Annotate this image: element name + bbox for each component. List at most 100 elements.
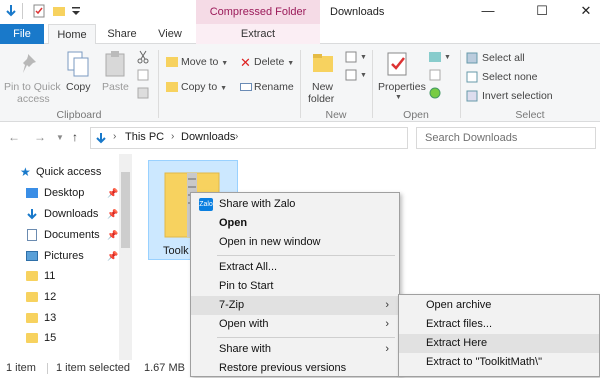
tab-view[interactable]: View bbox=[148, 24, 192, 44]
menu-item-extract-files[interactable]: Extract files... bbox=[399, 315, 599, 334]
copy-button[interactable]: Copy bbox=[66, 81, 91, 93]
select-all-button[interactable]: Select all bbox=[482, 52, 525, 64]
address-bar[interactable]: › This PC › Downloads › bbox=[90, 127, 408, 149]
breadcrumb-downloads[interactable]: Downloads bbox=[181, 131, 235, 143]
paste-icon bbox=[105, 51, 125, 77]
item-count: 1 item bbox=[6, 362, 36, 374]
menu-item-share-with[interactable]: Share with › bbox=[191, 340, 399, 359]
up-icon[interactable]: ↑ bbox=[72, 130, 78, 144]
new-item-icon[interactable] bbox=[344, 50, 358, 64]
copy-path-icon[interactable] bbox=[136, 68, 150, 82]
chevron-down-icon: ▼ bbox=[360, 72, 367, 79]
customize-qat-icon[interactable] bbox=[69, 4, 83, 18]
nav-item-label: 15 bbox=[44, 332, 57, 344]
nav-item-label: 12 bbox=[44, 291, 57, 303]
downloads-icon bbox=[96, 133, 106, 144]
tab-file[interactable]: File bbox=[0, 24, 44, 44]
star-icon: ★ bbox=[20, 165, 31, 179]
select-all-icon bbox=[466, 52, 478, 64]
open-group-label: Open bbox=[403, 109, 429, 121]
maximize-button[interactable]: ☐ bbox=[520, 0, 564, 24]
menu-item-7zip[interactable]: 7-Zip › bbox=[191, 296, 399, 315]
move-to-button[interactable]: Move to ▼ bbox=[181, 56, 228, 68]
nav-item-label: Pictures bbox=[44, 250, 84, 262]
window-title: Downloads bbox=[330, 6, 385, 18]
group-separator bbox=[300, 50, 301, 118]
folder-icon bbox=[26, 333, 38, 343]
menu-item-open-with[interactable]: Open with › bbox=[191, 315, 399, 334]
rename-icon bbox=[240, 83, 252, 91]
copy-icon bbox=[67, 51, 89, 77]
select-none-icon bbox=[466, 71, 478, 83]
compressed-folder-tools-tab[interactable]: Compressed Folder Tools bbox=[196, 0, 320, 42]
new-folder-icon[interactable] bbox=[52, 4, 66, 18]
menu-item-share-zalo[interactable]: Zalo Share with Zalo bbox=[191, 195, 399, 214]
menu-item-open[interactable]: Open bbox=[191, 214, 399, 233]
clipboard-group-label: Clipboard bbox=[56, 109, 102, 121]
open-icon[interactable] bbox=[428, 50, 442, 64]
desktop-icon bbox=[26, 188, 38, 198]
ribbon: Pin to Quick access Copy Paste Clipboard… bbox=[0, 44, 600, 122]
menu-separator bbox=[217, 337, 395, 338]
group-separator bbox=[372, 50, 373, 118]
new-folder-icon bbox=[313, 54, 333, 72]
seven-zip-submenu: Open archive Extract files... Extract He… bbox=[398, 294, 600, 377]
select-group-label: Select bbox=[515, 109, 545, 121]
chevron-right-icon: › bbox=[385, 299, 389, 311]
menu-item-restore-previous[interactable]: Restore previous versions bbox=[191, 359, 399, 378]
back-icon[interactable]: ← bbox=[8, 130, 20, 144]
delete-icon: ✕ bbox=[240, 55, 251, 70]
recent-locations-icon[interactable]: ▼ bbox=[56, 133, 64, 142]
close-button[interactable]: ✕ bbox=[564, 0, 600, 24]
delete-button[interactable]: Delete ▼ bbox=[254, 56, 294, 68]
pin-icon: 📌 bbox=[107, 251, 119, 261]
menu-item-pin-start[interactable]: Pin to Start bbox=[191, 277, 399, 296]
nav-item-label: Downloads bbox=[44, 208, 99, 220]
menu-item-open-new-window[interactable]: Open in new window bbox=[191, 233, 399, 252]
menu-separator bbox=[217, 255, 395, 256]
history-icon[interactable] bbox=[428, 86, 442, 100]
new-folder-button[interactable]: New bbox=[312, 81, 333, 93]
properties-icon[interactable] bbox=[32, 4, 46, 18]
tab-extract[interactable]: Extract bbox=[196, 24, 320, 44]
menu-item-extract-to[interactable]: Extract to "ToolkitMath\" bbox=[399, 353, 599, 372]
nav-scrollbar-thumb[interactable] bbox=[121, 172, 130, 248]
copy-to-button[interactable]: Copy to ▼ bbox=[181, 81, 227, 93]
tab-share[interactable]: Share bbox=[98, 24, 146, 44]
chevron-right-icon: › bbox=[385, 318, 389, 330]
pin-to-quick-access-label2: access bbox=[17, 93, 50, 105]
rename-button[interactable]: Rename bbox=[254, 81, 294, 93]
pictures-icon bbox=[26, 251, 38, 261]
menu-item-extract-all[interactable]: Extract All... bbox=[191, 258, 399, 277]
select-none-button[interactable]: Select none bbox=[482, 71, 537, 83]
nav-item-label: Documents bbox=[44, 229, 100, 241]
properties-button[interactable]: Properties bbox=[378, 81, 426, 93]
paste-shortcut-icon[interactable] bbox=[136, 86, 150, 100]
nav-item-label: 13 bbox=[44, 312, 57, 324]
nav-item-label: 11 bbox=[44, 270, 56, 282]
easy-access-icon[interactable] bbox=[344, 68, 358, 82]
cut-icon[interactable] bbox=[136, 50, 150, 64]
chevron-down-icon: ▼ bbox=[395, 94, 402, 101]
menu-item-extract-here[interactable]: Extract Here bbox=[399, 334, 599, 353]
folder-icon bbox=[26, 292, 38, 302]
tab-home[interactable]: Home bbox=[48, 24, 96, 45]
properties-icon bbox=[387, 52, 407, 76]
pin-icon bbox=[23, 54, 36, 73]
pin-to-quick-access-button[interactable]: Pin to Quick bbox=[4, 81, 61, 93]
down-arrow-icon[interactable] bbox=[4, 4, 18, 18]
search-input[interactable]: Search Downloads bbox=[416, 127, 596, 149]
navigation-pane: ★ Quick access Desktop 📌 Downloads 📌 Doc… bbox=[0, 154, 132, 360]
ribbon-tabs: File Home Share View Extract bbox=[0, 24, 600, 45]
invert-selection-icon bbox=[466, 90, 478, 102]
forward-icon[interactable]: → bbox=[34, 130, 46, 144]
pin-icon: 📌 bbox=[107, 209, 119, 219]
group-separator bbox=[460, 50, 461, 118]
edit-icon[interactable] bbox=[428, 68, 442, 82]
menu-item-open-archive[interactable]: Open archive bbox=[399, 296, 599, 315]
breadcrumb-this-pc[interactable]: This PC bbox=[125, 131, 164, 143]
zalo-icon: Zalo bbox=[199, 198, 213, 211]
invert-selection-button[interactable]: Invert selection bbox=[482, 90, 553, 102]
minimize-button[interactable]: — bbox=[466, 0, 510, 24]
paste-button[interactable]: Paste bbox=[102, 81, 129, 93]
